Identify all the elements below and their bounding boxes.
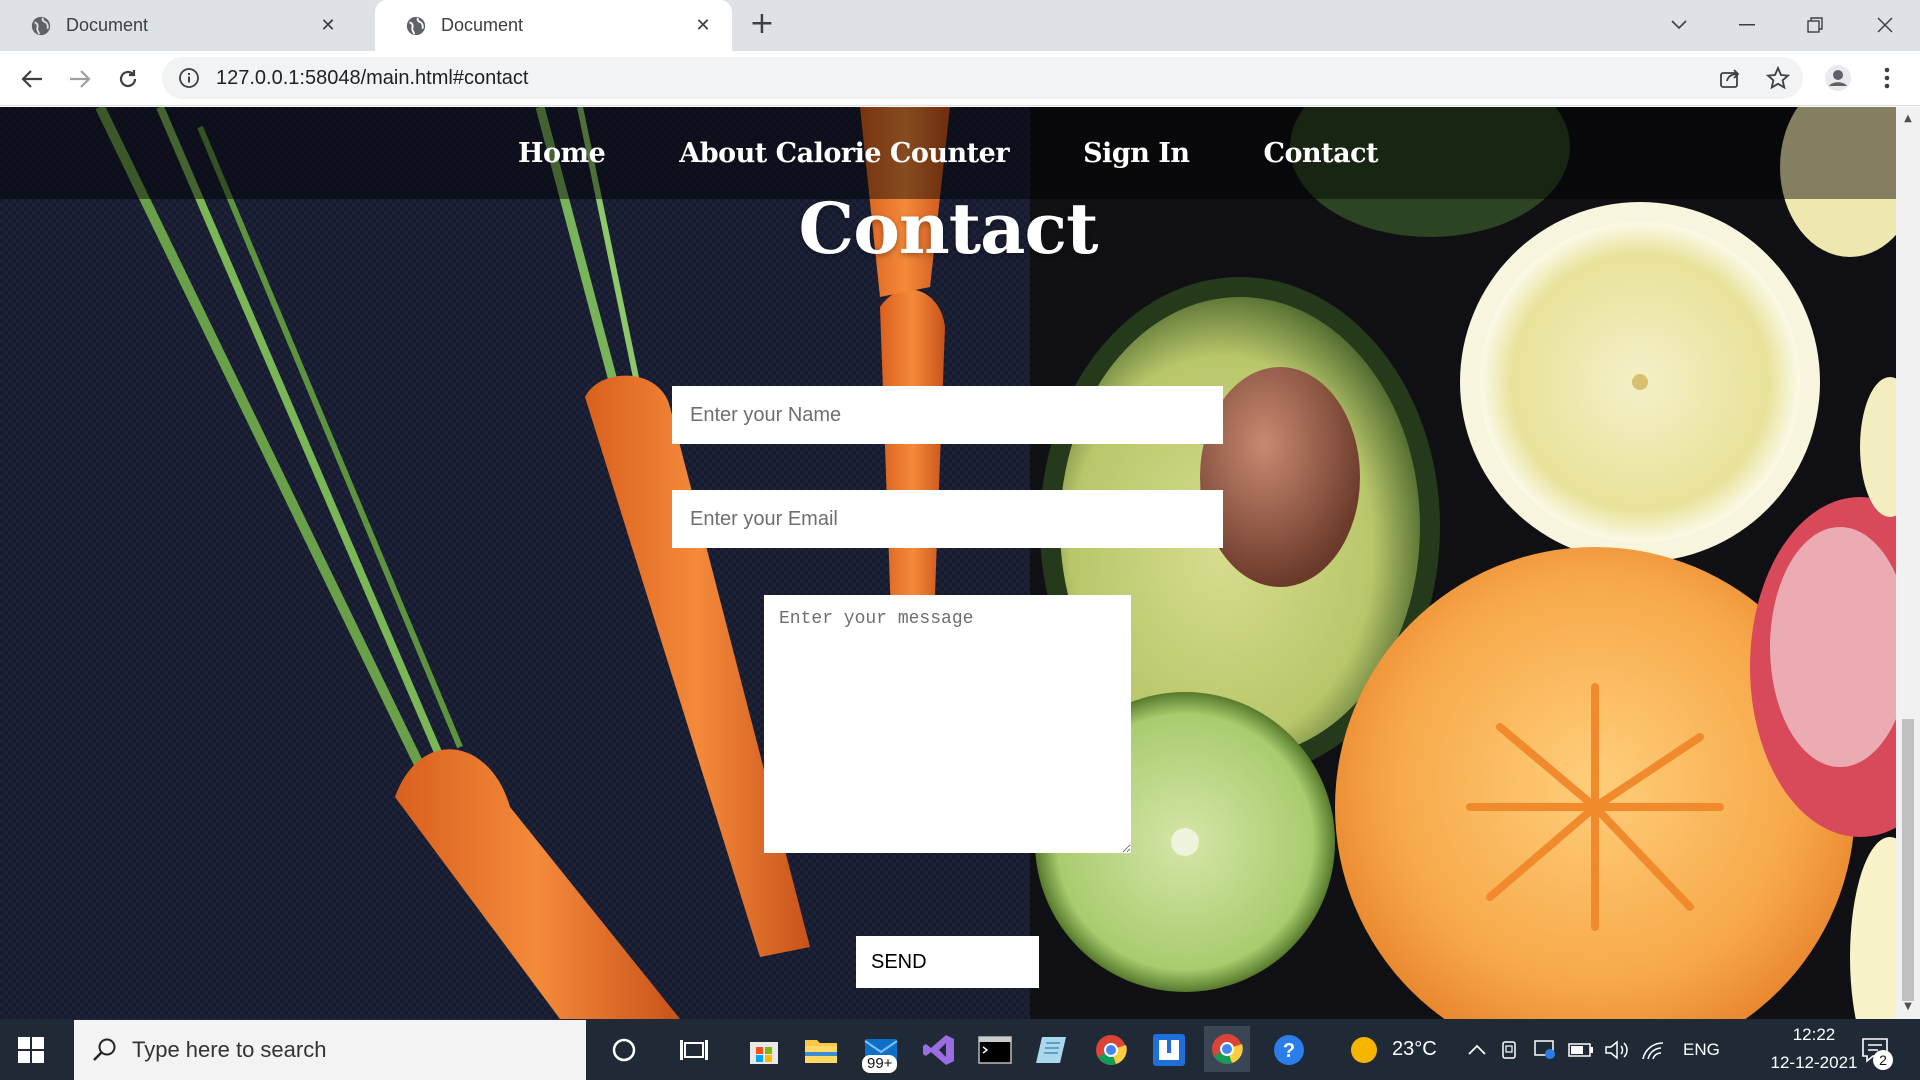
bookmark-star-icon[interactable]	[1763, 63, 1793, 93]
nav-link-sign-in[interactable]: Sign In	[1083, 138, 1190, 169]
page-title: Contact	[798, 187, 1099, 270]
tab-search-icon[interactable]	[1661, 8, 1697, 42]
profile-avatar-icon[interactable]	[1823, 63, 1853, 93]
tab-document-2[interactable]: Document ✕	[375, 0, 732, 51]
mail-badge: 99+	[862, 1055, 898, 1073]
taskbar-search-box[interactable]: Type here to search	[74, 1020, 586, 1080]
search-placeholder: Type here to search	[132, 1037, 327, 1062]
share-icon[interactable]	[1715, 63, 1745, 93]
scroll-down-icon[interactable]: ▼	[1902, 1001, 1914, 1013]
menu-dots-icon[interactable]	[1872, 63, 1902, 93]
url-text[interactable]: 127.0.0.1:58048/main.html#contact	[216, 67, 528, 90]
reload-icon[interactable]	[112, 63, 144, 95]
chrome-profile-icon[interactable]	[1092, 1031, 1130, 1069]
main-navbar: Home About Calorie Counter Sign In Conta…	[0, 107, 1896, 199]
language-indicator[interactable]: ENG	[1683, 1040, 1720, 1060]
send-button[interactable]: SEND	[856, 936, 1039, 988]
nav-link-about[interactable]: About Calorie Counter	[679, 138, 1009, 169]
windows-taskbar: Type here to search 99+ ? 23°C ENG 12:22…	[0, 1019, 1920, 1080]
tab-document-1[interactable]: Document ✕	[0, 0, 357, 51]
notes-app-icon[interactable]	[1032, 1031, 1070, 1069]
close-window-icon[interactable]	[1867, 8, 1903, 42]
new-tab-button[interactable]: +	[746, 9, 778, 41]
microsoft-store-icon[interactable]	[745, 1031, 783, 1069]
close-tab-icon[interactable]: ✕	[692, 15, 714, 36]
page-viewport: Home About Calorie Counter Sign In Conta…	[0, 107, 1896, 1019]
device-tray-icon[interactable]	[1490, 1031, 1528, 1069]
nav-link-contact[interactable]: Contact	[1264, 138, 1379, 169]
globe-icon	[406, 16, 426, 35]
chrome-active-icon[interactable]	[1204, 1026, 1250, 1072]
minimize-icon[interactable]	[1729, 8, 1765, 42]
visual-studio-icon[interactable]	[920, 1031, 958, 1069]
terminal-icon[interactable]	[976, 1031, 1014, 1069]
name-input[interactable]	[672, 386, 1223, 444]
clock-time[interactable]: 12:22	[1762, 1025, 1866, 1045]
battery-icon[interactable]	[1562, 1031, 1600, 1069]
message-textarea[interactable]	[764, 595, 1131, 853]
weather-sun-icon[interactable]	[1345, 1031, 1383, 1069]
forward-arrow-icon[interactable]	[64, 63, 96, 95]
cortana-icon[interactable]	[605, 1031, 643, 1069]
security-tray-icon[interactable]	[1526, 1031, 1564, 1069]
sandbox-app-icon[interactable]	[1150, 1031, 1188, 1069]
tab-title: Document	[441, 15, 524, 35]
page-scrollbar[interactable]: ▲ ▼	[1896, 107, 1920, 1019]
help-icon[interactable]: ?	[1270, 1031, 1308, 1069]
scrollbar-thumb[interactable]	[1902, 719, 1914, 1001]
search-icon	[93, 1038, 116, 1061]
email-input[interactable]	[672, 490, 1223, 548]
task-view-icon[interactable]	[675, 1031, 713, 1069]
address-toolbar: 127.0.0.1:58048/main.html#contact	[0, 51, 1920, 106]
scroll-up-icon[interactable]: ▲	[1902, 113, 1914, 125]
weather-temperature[interactable]: 23°C	[1392, 1038, 1437, 1061]
windows-start-icon[interactable]	[18, 1037, 44, 1063]
wifi-icon[interactable]	[1634, 1031, 1672, 1069]
nav-link-home[interactable]: Home	[518, 138, 606, 169]
close-tab-icon[interactable]: ✕	[317, 15, 339, 36]
site-info-icon[interactable]	[178, 67, 200, 89]
tab-strip: Document ✕ Document ✕ +	[0, 0, 1920, 51]
svg-text:?: ?	[1283, 1040, 1295, 1062]
address-bar[interactable]: 127.0.0.1:58048/main.html#contact	[162, 57, 1803, 99]
back-arrow-icon[interactable]	[16, 63, 48, 95]
notification-count-badge: 2	[1873, 1050, 1893, 1070]
file-explorer-icon[interactable]	[802, 1031, 840, 1069]
tab-title: Document	[66, 15, 149, 35]
restore-icon[interactable]	[1797, 8, 1833, 42]
volume-icon[interactable]	[1598, 1031, 1636, 1069]
globe-icon	[31, 16, 51, 35]
